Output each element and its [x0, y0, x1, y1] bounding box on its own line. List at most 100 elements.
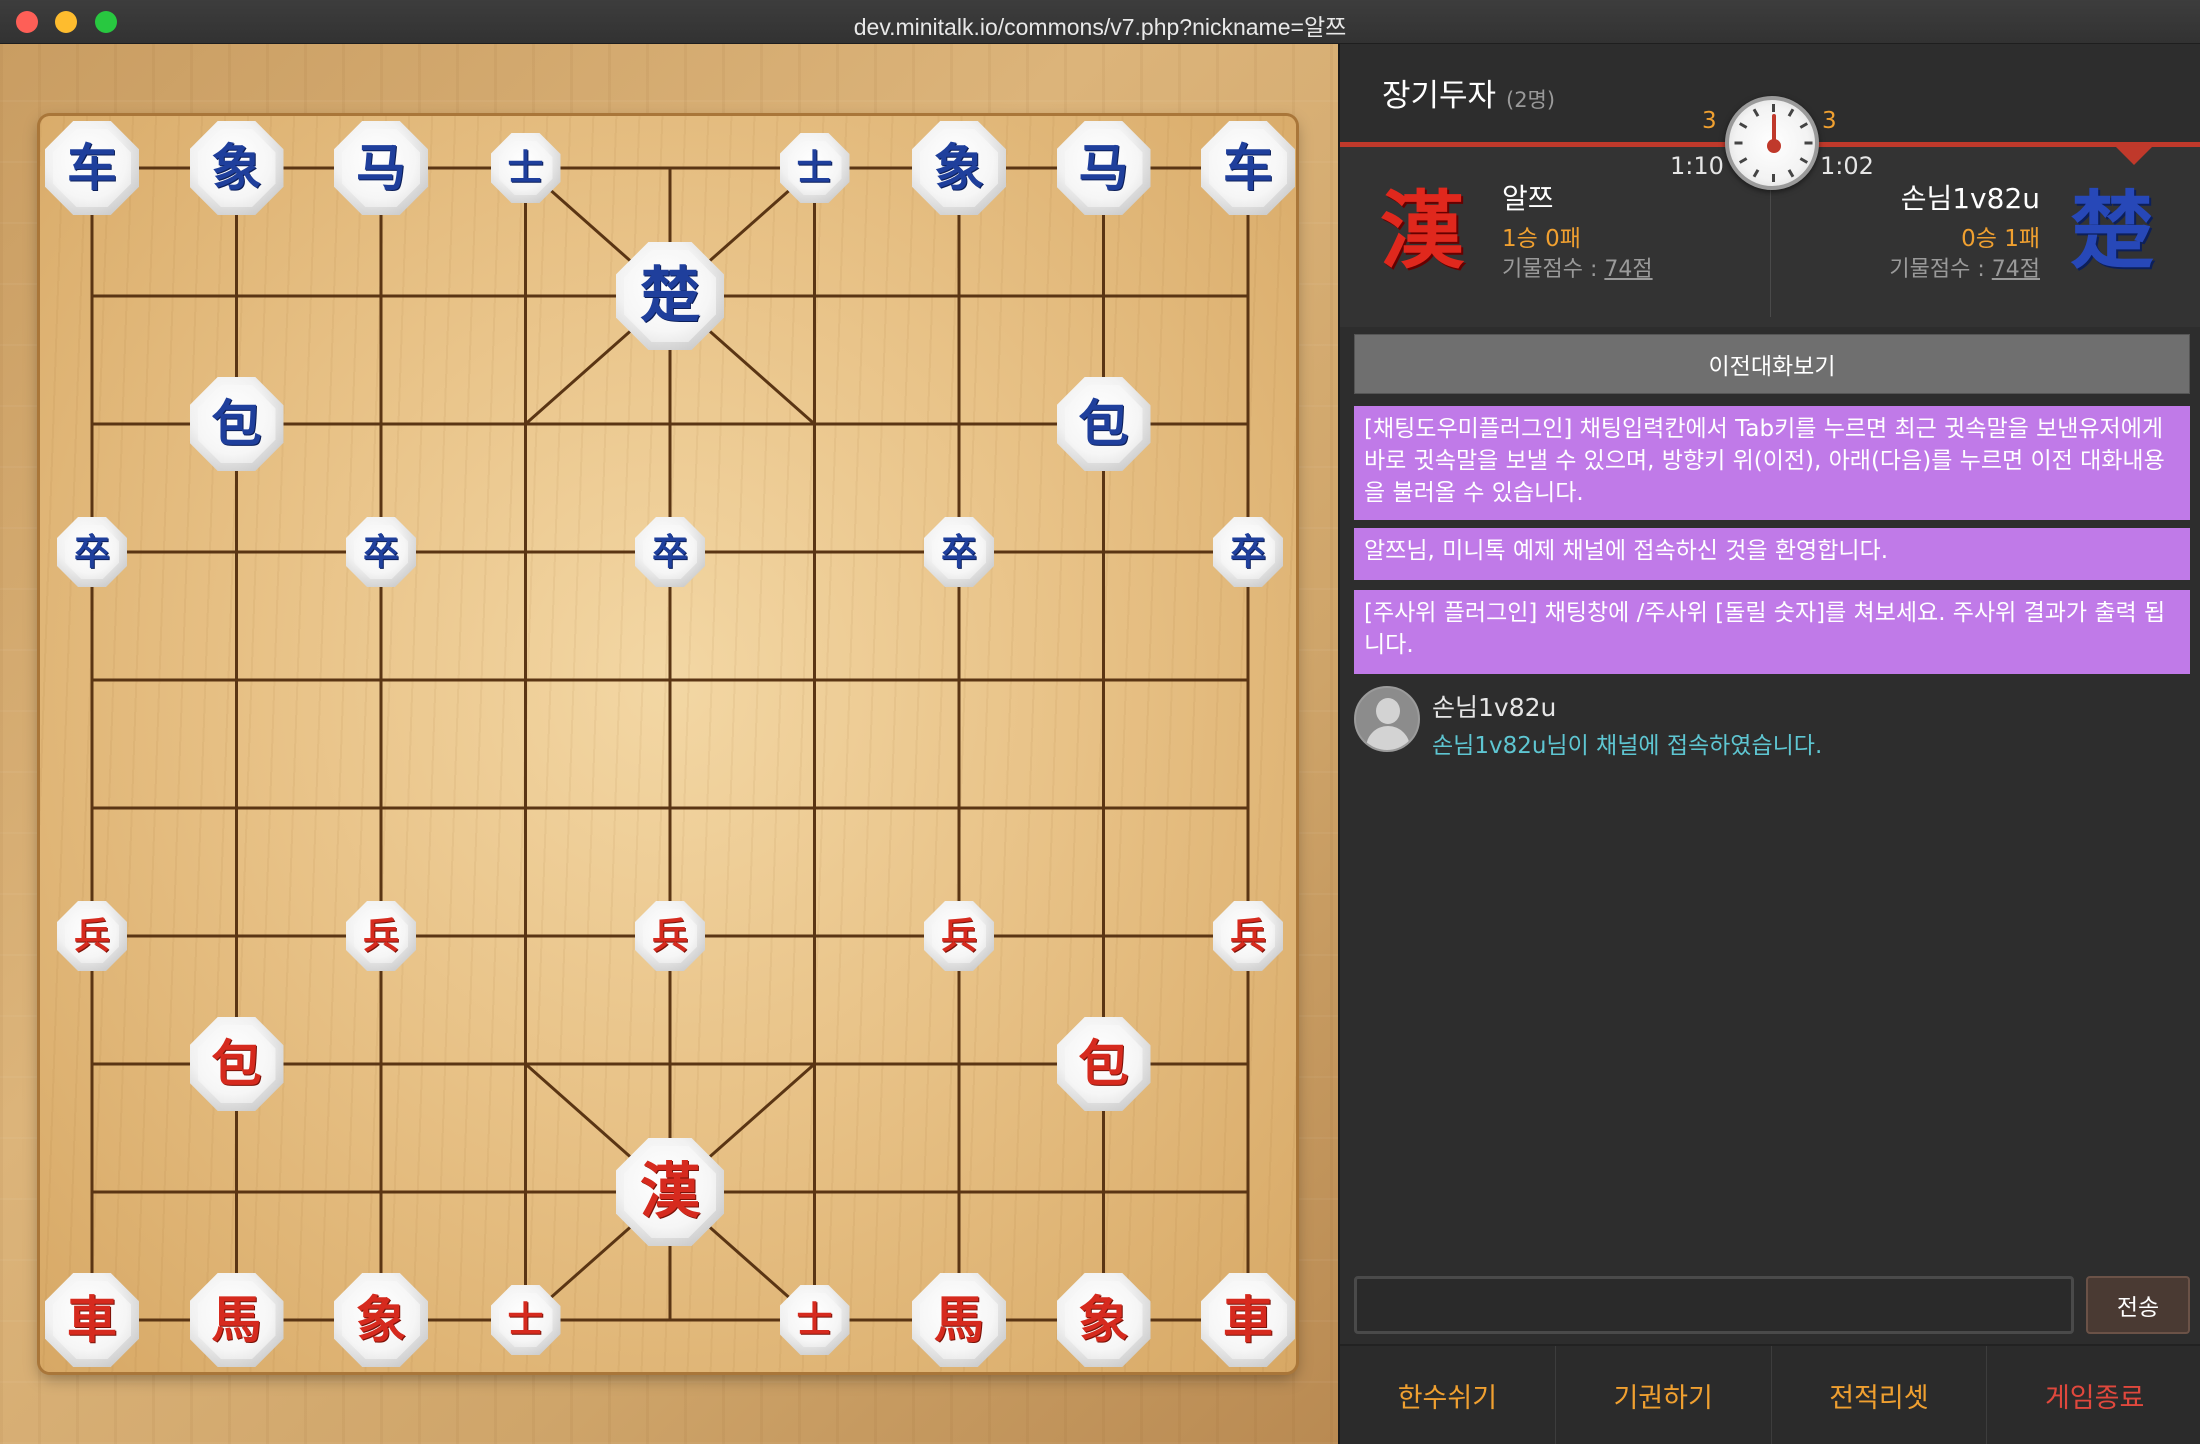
piece-glyph: 卒 [940, 531, 977, 573]
red-guard-1-piece[interactable]: 士 [490, 1285, 561, 1355]
piece-glyph: 包 [211, 1034, 262, 1093]
piece-glyph: 卒 [362, 531, 399, 573]
janggi-board: 车象马士士象马车楚包包卒卒卒卒卒兵兵兵兵兵包包漢車馬象士士馬象車 [40, 116, 1296, 1372]
piece-glyph: 象 [211, 138, 262, 197]
piece-glyph: 兵 [940, 915, 977, 957]
blue-guard-1-piece[interactable]: 士 [490, 133, 561, 203]
piece-glyph: 象 [356, 1290, 406, 1349]
piece-glyph: 马 [1078, 138, 1129, 197]
clock-tick [1799, 157, 1809, 164]
clock-hub [1767, 139, 1781, 153]
blue-guard-2-piece[interactable]: 士 [779, 133, 850, 203]
piece-glyph: 車 [1223, 1290, 1273, 1349]
blue-general-piece[interactable]: 楚 [616, 242, 724, 350]
piece-glyph: 士 [796, 147, 833, 189]
window-titlebar: dev.minitalk.io/commons/v7.php?nickname=… [0, 0, 2200, 44]
player-right-cho-icon: 楚 [2070, 181, 2155, 280]
piece-glyph: 漢 [640, 1157, 700, 1227]
piece-glyph: 卒 [651, 531, 688, 573]
blue-soldier-4-piece[interactable]: 卒 [924, 517, 994, 587]
chat-input[interactable] [1354, 1276, 2074, 1334]
red-soldier-1-piece[interactable]: 兵 [57, 901, 127, 971]
red-soldier-5-piece[interactable]: 兵 [1213, 901, 1283, 971]
chat-input-row: 전송 [1340, 1264, 2200, 1344]
window-title: dev.minitalk.io/commons/v7.php?nickname=… [853, 14, 1347, 40]
blue-soldier-2-piece[interactable]: 卒 [346, 517, 416, 587]
red-chariot-2-piece[interactable]: 車 [1201, 1273, 1295, 1367]
turn-marker-icon [2116, 147, 2152, 165]
clock-tick [1734, 141, 1743, 145]
blue-soldier-1-piece[interactable]: 卒 [57, 517, 127, 587]
players-divider [1770, 177, 1771, 317]
reset-record-button[interactable]: 전적리셋 [1772, 1346, 1988, 1444]
skip-turn-button[interactable]: 한수쉬기 [1340, 1346, 1556, 1444]
clock-tick [1772, 104, 1775, 112]
right-timer: 1:02 [1820, 152, 1874, 180]
blue-chariot-1-piece[interactable]: 车 [45, 121, 139, 215]
piece-glyph: 兵 [362, 915, 399, 957]
room-user-count: (2명) [1506, 88, 1556, 112]
piece-glyph: 士 [507, 147, 544, 189]
blue-elephant-2-piece[interactable]: 象 [912, 121, 1006, 215]
piece-glyph: 士 [507, 1299, 544, 1341]
end-game-button[interactable]: 게임종료 [1987, 1346, 2200, 1444]
piece-glyph: 象 [934, 138, 984, 197]
chat-message-username[interactable]: 손님1v82u [1432, 688, 1556, 724]
red-chariot-1-piece[interactable]: 車 [45, 1273, 139, 1367]
room-title: 장기두자 [1382, 78, 1497, 114]
piece-glyph: 车 [1223, 138, 1273, 197]
player-left-record: 1승 0패 [1502, 226, 1581, 252]
player-right-score: 기물점수 : 74점 [1889, 251, 2040, 283]
piece-glyph: 兵 [1229, 915, 1266, 957]
blue-soldier-3-piece[interactable]: 卒 [635, 517, 705, 587]
clock-tick [1772, 174, 1775, 182]
red-soldier-3-piece[interactable]: 兵 [635, 901, 705, 971]
player-left-name: 알쯔 [1502, 182, 1554, 215]
piece-glyph: 楚 [640, 261, 700, 331]
player-left-score-label: 기물점수 : [1502, 257, 1605, 282]
red-guard-2-piece[interactable]: 士 [779, 1285, 850, 1355]
red-soldier-4-piece[interactable]: 兵 [924, 901, 994, 971]
clock-tick [1738, 122, 1748, 129]
piece-glyph: 包 [1078, 1034, 1129, 1093]
piece-glyph: 兵 [73, 915, 110, 957]
notice-welcome: 알쯔님, 미니톡 예제 채널에 접속하신 것을 환영합니다. [1354, 528, 2190, 580]
clock-tick [1787, 169, 1795, 178]
piece-glyph: 象 [1078, 1290, 1129, 1349]
red-horse-1-piece[interactable]: 馬 [189, 1273, 284, 1367]
piece-glyph: 車 [67, 1290, 117, 1349]
game-board-area: 车象马士士象马车楚包包卒卒卒卒卒兵兵兵兵兵包包漢車馬象士士馬象車 [0, 44, 1338, 1444]
view-previous-chat-button[interactable]: 이전대화보기 [1354, 334, 2190, 394]
blue-horse-1-piece[interactable]: 马 [334, 121, 428, 215]
blue-elephant-1-piece[interactable]: 象 [189, 121, 284, 215]
clock-tick [1738, 157, 1748, 164]
red-cannon-2-piece[interactable]: 包 [1056, 1017, 1151, 1111]
clock-tick [1752, 108, 1760, 117]
red-horse-2-piece[interactable]: 馬 [912, 1273, 1006, 1367]
left-timer: 1:10 [1670, 152, 1724, 180]
avatar[interactable] [1354, 686, 1420, 752]
send-button[interactable]: 전송 [2086, 1276, 2190, 1334]
clock-icon [1725, 96, 1819, 190]
player-left-score-value: 74점 [1604, 257, 1653, 282]
red-soldier-2-piece[interactable]: 兵 [346, 901, 416, 971]
player-right-name: 손님1v82u [1900, 182, 2040, 215]
red-elephant-1-piece[interactable]: 象 [334, 1273, 428, 1367]
game-action-bar: 한수쉬기 기권하기 전적리셋 게임종료 [1340, 1344, 2200, 1444]
left-turn-count: 3 [1702, 108, 1717, 134]
blue-chariot-2-piece[interactable]: 车 [1201, 121, 1295, 215]
piece-glyph: 卒 [1229, 531, 1266, 573]
red-cannon-1-piece[interactable]: 包 [189, 1017, 284, 1111]
piece-glyph: 车 [67, 138, 117, 197]
blue-horse-2-piece[interactable]: 马 [1056, 121, 1151, 215]
piece-glyph: 兵 [651, 915, 688, 957]
blue-cannon-2-piece[interactable]: 包 [1056, 377, 1151, 471]
clock-tick [1799, 122, 1809, 129]
blue-soldier-5-piece[interactable]: 卒 [1213, 517, 1283, 587]
resign-button[interactable]: 기권하기 [1556, 1346, 1772, 1444]
piece-glyph: 士 [796, 1299, 833, 1341]
red-general-piece[interactable]: 漢 [616, 1138, 724, 1246]
blue-cannon-1-piece[interactable]: 包 [189, 377, 284, 471]
red-elephant-2-piece[interactable]: 象 [1056, 1273, 1151, 1367]
player-right-score-value: 74점 [1991, 257, 2040, 282]
